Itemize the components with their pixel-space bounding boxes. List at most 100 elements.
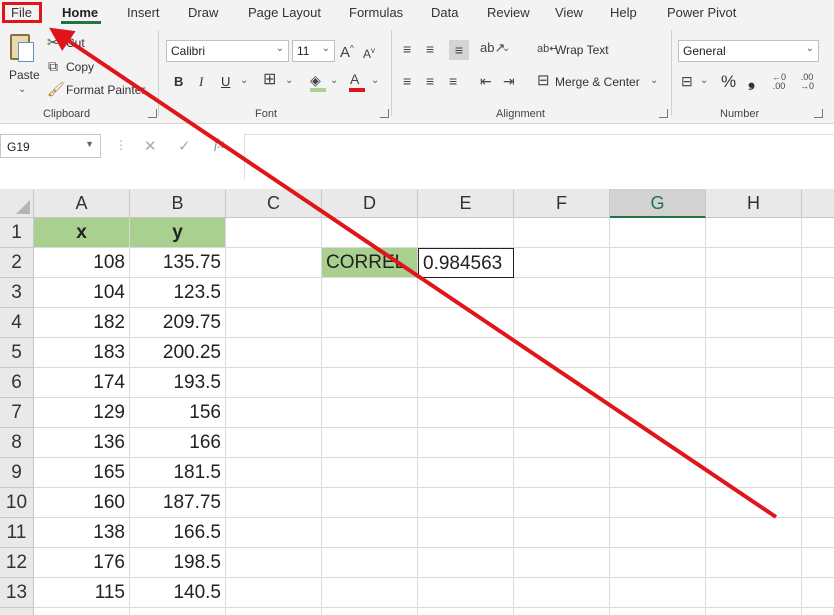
cell[interactable] xyxy=(514,278,610,308)
cell[interactable] xyxy=(514,518,610,548)
cell[interactable] xyxy=(610,458,706,488)
cell[interactable] xyxy=(226,368,322,398)
align-right-icon[interactable]: ≡ xyxy=(449,73,457,89)
cell[interactable] xyxy=(418,278,514,308)
align-center-icon[interactable]: ≡ xyxy=(426,73,434,89)
font-family-select[interactable]: Calibri ⌄ xyxy=(166,40,289,62)
row-header-11[interactable]: 11 xyxy=(0,518,34,548)
cell-y-value[interactable]: 198.5 xyxy=(130,548,226,578)
cancel-icon[interactable]: ✕ xyxy=(144,137,157,155)
cell[interactable] xyxy=(514,308,610,338)
copy-dropdown-icon[interactable]: ⌄ xyxy=(104,60,112,71)
row-header-2[interactable]: 2 xyxy=(0,248,34,278)
cell[interactable] xyxy=(610,368,706,398)
cell[interactable] xyxy=(418,368,514,398)
cell[interactable] xyxy=(514,458,610,488)
cell[interactable] xyxy=(802,488,834,518)
cell-x-value[interactable]: 108 xyxy=(34,248,130,278)
row-header-3[interactable]: 3 xyxy=(0,278,34,308)
column-header-h[interactable]: H xyxy=(706,189,802,218)
cell[interactable] xyxy=(418,488,514,518)
cell[interactable] xyxy=(610,218,706,248)
cell[interactable] xyxy=(706,488,802,518)
increase-indent-icon[interactable]: ⇥ xyxy=(503,73,515,89)
column-header-f[interactable]: F xyxy=(514,189,610,218)
borders-icon[interactable]: ⊞ xyxy=(263,72,276,88)
wrap-text-button[interactable]: Wrap Text xyxy=(555,43,609,57)
row-header-6[interactable]: 6 xyxy=(0,368,34,398)
cell[interactable] xyxy=(802,308,834,338)
cut-button[interactable]: Cut xyxy=(66,36,85,50)
cell[interactable] xyxy=(226,608,322,615)
cell[interactable] xyxy=(418,578,514,608)
cell[interactable] xyxy=(130,608,226,615)
accounting-dropdown-icon[interactable]: ⌄ xyxy=(700,75,708,86)
copy-button[interactable]: Copy xyxy=(66,60,94,74)
merge-dropdown-icon[interactable]: ⌄ xyxy=(650,75,658,86)
row-header-1[interactable]: 1 xyxy=(0,218,34,248)
cell[interactable] xyxy=(514,338,610,368)
increase-font-size-icon[interactable]: A^ xyxy=(340,41,354,61)
cell[interactable] xyxy=(802,368,834,398)
alignment-launcher-icon[interactable] xyxy=(659,109,668,118)
cell[interactable] xyxy=(226,398,322,428)
cell-x-value[interactable]: 138 xyxy=(34,518,130,548)
cell[interactable] xyxy=(610,398,706,428)
cell[interactable] xyxy=(226,578,322,608)
cell[interactable] xyxy=(802,428,834,458)
font-color-dropdown-icon[interactable]: ⌄ xyxy=(371,75,379,86)
orientation-dropdown-icon[interactable]: ⌄ xyxy=(502,43,510,54)
cell[interactable] xyxy=(706,518,802,548)
cell[interactable] xyxy=(226,548,322,578)
cell[interactable] xyxy=(418,338,514,368)
cell[interactable] xyxy=(610,608,706,615)
column-header-d[interactable]: D xyxy=(322,189,418,218)
tab-formulas[interactable]: Formulas xyxy=(349,5,403,20)
insert-function-icon[interactable]: fx xyxy=(214,137,224,153)
cell[interactable] xyxy=(706,458,802,488)
cell[interactable] xyxy=(706,608,802,615)
cell[interactable] xyxy=(418,218,514,248)
paste-dropdown-icon[interactable]: ⌄ xyxy=(18,84,26,95)
merge-center-button[interactable]: Merge & Center xyxy=(555,75,640,89)
underline-button[interactable]: U xyxy=(221,74,230,89)
cell[interactable] xyxy=(418,398,514,428)
cell[interactable] xyxy=(226,248,322,278)
cell[interactable] xyxy=(802,608,834,615)
cell[interactable] xyxy=(610,578,706,608)
cell[interactable] xyxy=(226,428,322,458)
cell-x-value[interactable]: 176 xyxy=(34,548,130,578)
header-cell-y[interactable]: y xyxy=(130,218,226,248)
cell-y-value[interactable]: 166.5 xyxy=(130,518,226,548)
cell-y-value[interactable]: 187.75 xyxy=(130,488,226,518)
row-header-10[interactable]: 10 xyxy=(0,488,34,518)
tab-home[interactable]: Home xyxy=(62,5,98,20)
number-format-select[interactable]: General ⌄ xyxy=(678,40,819,62)
cell-x-value[interactable]: 115 xyxy=(34,578,130,608)
decrease-decimal-icon[interactable]: .00 →0 xyxy=(800,73,814,91)
align-top-icon[interactable]: ≡ xyxy=(403,41,411,57)
cell[interactable] xyxy=(226,518,322,548)
cell[interactable] xyxy=(802,218,834,248)
cell[interactable] xyxy=(802,248,834,278)
font-color-icon[interactable]: A xyxy=(350,71,359,87)
cell-x-value[interactable]: 129 xyxy=(34,398,130,428)
cell[interactable] xyxy=(226,338,322,368)
decrease-font-size-icon[interactable]: Av xyxy=(363,43,375,62)
borders-dropdown-icon[interactable]: ⌄ xyxy=(285,75,293,86)
cell[interactable] xyxy=(706,398,802,428)
cell[interactable] xyxy=(610,488,706,518)
tab-draw[interactable]: Draw xyxy=(188,5,218,20)
align-middle-icon[interactable]: ≡ xyxy=(426,41,434,57)
cell[interactable] xyxy=(418,608,514,615)
increase-decimal-icon[interactable]: ←0.00 xyxy=(772,73,786,91)
row-header-13[interactable]: 13 xyxy=(0,578,34,608)
cell[interactable] xyxy=(706,548,802,578)
cell-y-value[interactable]: 140.5 xyxy=(130,578,226,608)
cell[interactable] xyxy=(802,518,834,548)
cell[interactable] xyxy=(706,578,802,608)
cell[interactable] xyxy=(322,428,418,458)
cell[interactable] xyxy=(322,548,418,578)
cell[interactable] xyxy=(322,338,418,368)
cell[interactable] xyxy=(706,338,802,368)
